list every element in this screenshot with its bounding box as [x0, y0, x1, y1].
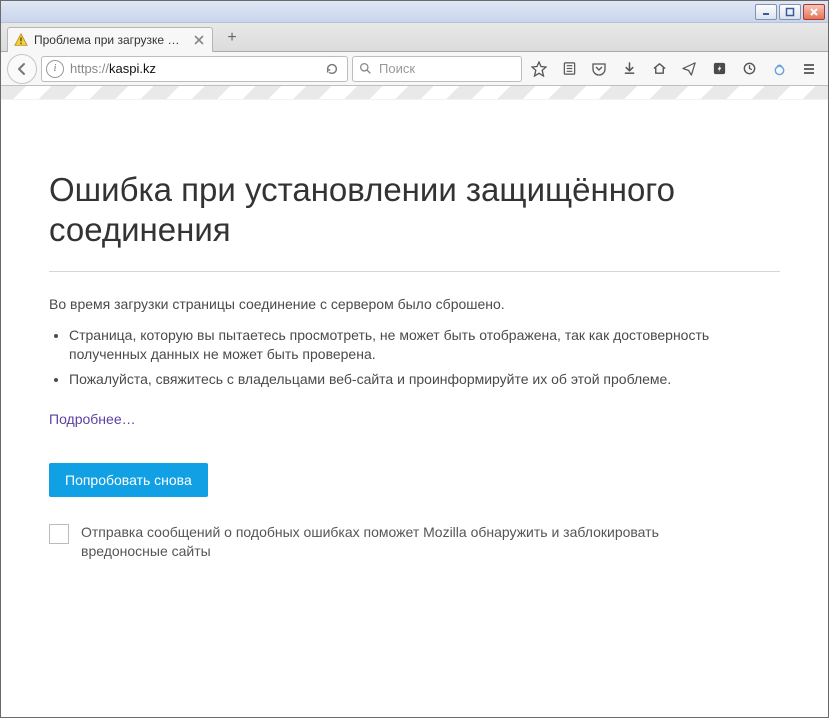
learn-more-link[interactable]: Подробнее…	[49, 411, 136, 427]
error-cause-item: Страница, которую вы пытаетесь просмотре…	[69, 326, 780, 364]
addon-icon[interactable]	[766, 56, 792, 82]
reload-button[interactable]	[321, 62, 343, 76]
new-tab-button[interactable]: +	[219, 27, 245, 49]
search-icon	[359, 62, 373, 76]
history-icon[interactable]	[736, 56, 762, 82]
divider	[49, 271, 780, 272]
tab-close-button[interactable]	[192, 33, 206, 47]
window-close-button[interactable]	[803, 4, 825, 20]
home-icon[interactable]	[646, 56, 672, 82]
report-label: Отправка сообщений о подобных ошибках по…	[81, 523, 721, 562]
reader-icon[interactable]	[556, 56, 582, 82]
site-identity-icon[interactable]: i	[46, 60, 64, 78]
search-bar[interactable]: Поиск	[352, 56, 522, 82]
retry-button[interactable]: Попробовать снова	[49, 463, 208, 497]
search-placeholder: Поиск	[379, 61, 415, 76]
back-button[interactable]	[7, 54, 37, 84]
flash-icon[interactable]	[706, 56, 732, 82]
window-titlebar	[1, 1, 828, 23]
downloads-icon[interactable]	[616, 56, 642, 82]
error-stripe	[1, 86, 828, 100]
menu-icon[interactable]	[796, 56, 822, 82]
content-area: Ошибка при установлении защищённого соед…	[1, 86, 828, 717]
error-cause-item: Пожалуйста, свяжитесь с владельцами веб-…	[69, 370, 780, 389]
report-row: Отправка сообщений о подобных ошибках по…	[49, 523, 780, 562]
window-minimize-button[interactable]	[755, 4, 777, 20]
browser-window: Проблема при загрузке стр… + i https://k…	[0, 0, 829, 718]
url-text: https://kaspi.kz	[70, 61, 321, 76]
browser-tab[interactable]: Проблема при загрузке стр…	[7, 27, 213, 52]
error-heading: Ошибка при установлении защищённого соед…	[49, 170, 780, 249]
error-causes-list: Страница, которую вы пытаетесь просмотре…	[49, 326, 780, 389]
warning-icon	[14, 33, 28, 47]
address-bar[interactable]: i https://kaspi.kz	[41, 56, 348, 82]
report-checkbox[interactable]	[49, 524, 69, 544]
error-page: Ошибка при установлении защищённого соед…	[1, 100, 828, 602]
tab-strip: Проблема при загрузке стр… +	[1, 23, 828, 52]
error-lead: Во время загрузки страницы соединение с …	[49, 296, 780, 312]
tab-title: Проблема при загрузке стр…	[34, 33, 184, 47]
window-maximize-button[interactable]	[779, 4, 801, 20]
pocket-icon[interactable]	[586, 56, 612, 82]
send-icon[interactable]	[676, 56, 702, 82]
nav-toolbar: i https://kaspi.kz Поиск	[1, 52, 828, 86]
bookmark-star-icon[interactable]	[526, 56, 552, 82]
